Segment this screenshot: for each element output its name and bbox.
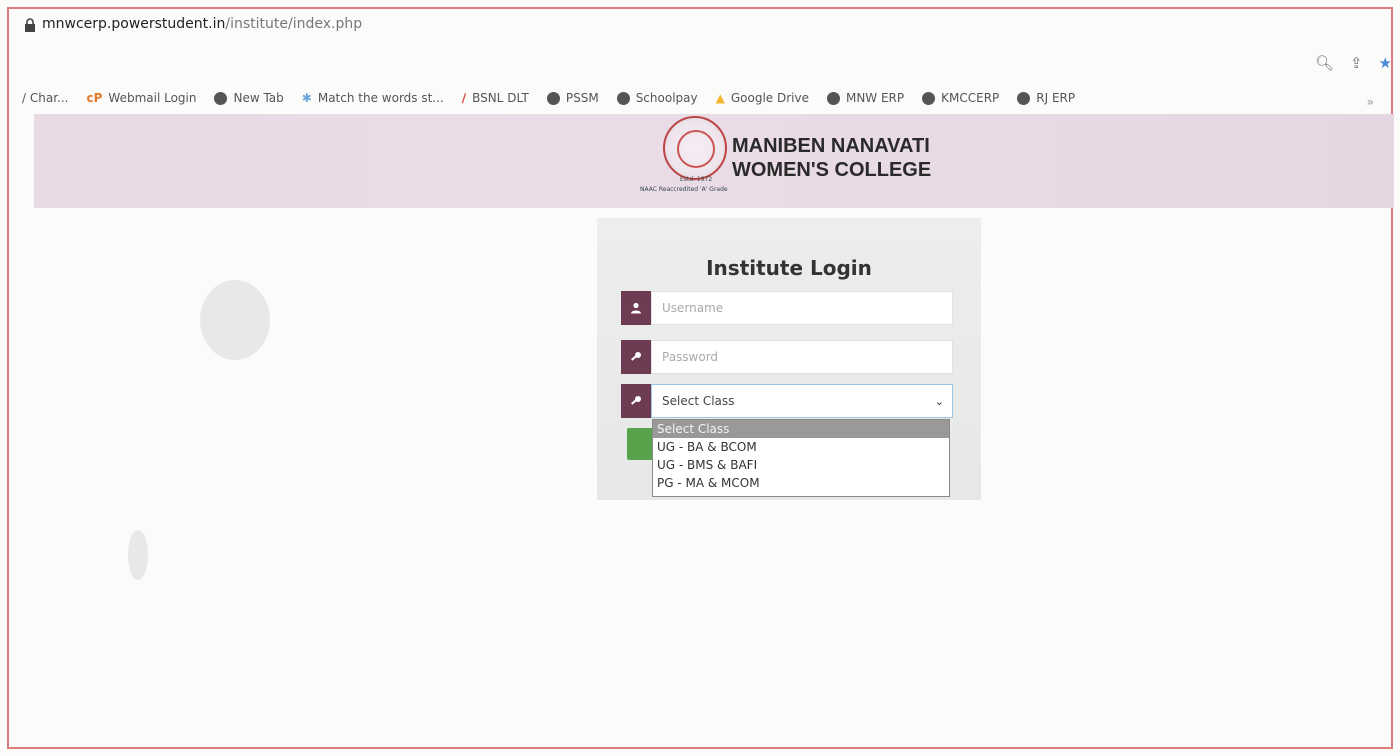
class-select-value: Select Class xyxy=(662,394,735,408)
bookmark-item[interactable]: PSSM xyxy=(546,91,599,105)
bookmark-label: KMCCERP xyxy=(941,91,1000,105)
bookmark-label: Google Drive xyxy=(730,91,809,105)
key-icon xyxy=(621,340,651,374)
user-icon xyxy=(621,291,651,325)
globe-icon xyxy=(546,91,560,105)
bsnl-icon: ∕ xyxy=(461,91,467,105)
bookmark-item[interactable]: / Char... xyxy=(22,91,68,105)
bookmark-label: MNW ERP xyxy=(845,91,905,105)
class-row: Select Class ⌄ xyxy=(621,384,953,418)
bookmark-item[interactable]: MNW ERP xyxy=(826,91,905,105)
zoom-icon[interactable]: 🔍︎ xyxy=(1315,54,1334,72)
globe-icon xyxy=(1017,91,1031,105)
bookmark-label: / Char... xyxy=(22,91,69,105)
scan-smudge xyxy=(200,280,270,360)
globe-icon xyxy=(922,91,936,105)
password-input[interactable]: Password xyxy=(651,340,953,374)
bookmark-label: New Tab xyxy=(233,91,284,105)
college-name-line1: MANIBEN NANAVATI xyxy=(732,135,930,157)
address-bar[interactable]: mnwcerp.powerstudent.in/institute/index.… xyxy=(42,16,362,32)
bookmarks-bar: / Char... cP Webmail Login New Tab ✱ Match th… xyxy=(22,88,1370,108)
class-option[interactable]: UG - BMS & BAFI xyxy=(653,456,949,474)
url-domain: mnwcerp.powerstudent.in xyxy=(42,16,226,32)
bookmark-label: Match the words st... xyxy=(317,91,444,105)
college-name: MANIBEN NANAVATI WOMEN'S COLLEGE xyxy=(732,134,931,182)
college-seal-icon xyxy=(663,116,727,180)
globe-icon xyxy=(214,91,228,105)
lock-icon xyxy=(25,18,35,32)
key-icon xyxy=(621,384,651,418)
bookmark-item[interactable]: cP Webmail Login xyxy=(86,91,196,105)
bookmark-item[interactable]: ✱ Match the words st... xyxy=(302,91,444,105)
url-path: /institute/index.php xyxy=(225,16,363,32)
bookmark-item[interactable]: ∕ BSNL DLT xyxy=(462,91,529,105)
chevron-down-icon: ⌄ xyxy=(934,394,944,408)
bookmark-label: Schoolpay xyxy=(635,91,698,105)
bookmark-item[interactable]: New Tab xyxy=(214,91,284,105)
logo-naac-text: NAAC Reaccredited 'A' Grade xyxy=(640,186,728,193)
share-icon[interactable]: ⇪ xyxy=(1350,54,1363,72)
bookmark-label: Webmail Login xyxy=(108,91,197,105)
college-logo: Estd. 1972 NAAC Reaccredited 'A' Grade M… xyxy=(640,116,950,196)
bookmark-item[interactable]: ▲ Google Drive xyxy=(716,91,809,105)
username-input[interactable]: Username xyxy=(651,291,953,325)
logo-est-text: Estd. 1972 xyxy=(680,176,713,183)
class-select[interactable]: Select Class ⌄ xyxy=(651,384,953,418)
bookmark-item[interactable]: RJ ERP xyxy=(1017,91,1075,105)
cp-icon: cP xyxy=(86,91,103,105)
class-option[interactable]: PG - MA & MCOM xyxy=(653,474,949,492)
scan-smudge xyxy=(128,530,148,580)
globe-icon xyxy=(826,91,840,105)
password-row: Password xyxy=(621,340,953,374)
drive-icon: ▲ xyxy=(715,91,725,105)
bookmark-item[interactable]: Schoolpay xyxy=(616,91,698,105)
class-dropdown: Select Class UG - BA & BCOM UG - BMS & BAF… xyxy=(652,419,950,497)
bookmark-label: BSNL DLT xyxy=(472,91,529,105)
browser-actions: 🔍︎ ⇪ ★ xyxy=(1315,54,1392,72)
match-icon: ✱ xyxy=(301,91,312,105)
bookmark-label: RJ ERP xyxy=(1036,91,1076,105)
bookmark-item[interactable]: KMCCERP xyxy=(922,91,999,105)
star-icon[interactable]: ★ xyxy=(1379,54,1392,72)
bookmarks-more-button[interactable]: » xyxy=(1367,95,1374,109)
class-option[interactable]: UG - BA & BCOM xyxy=(653,438,949,456)
username-row: Username xyxy=(621,291,953,325)
globe-icon xyxy=(616,91,630,105)
college-name-line2: WOMEN'S COLLEGE xyxy=(732,159,932,181)
bookmark-label: PSSM xyxy=(565,91,599,105)
class-option[interactable]: Select Class xyxy=(653,420,949,438)
login-title: Institute Login xyxy=(706,256,872,280)
